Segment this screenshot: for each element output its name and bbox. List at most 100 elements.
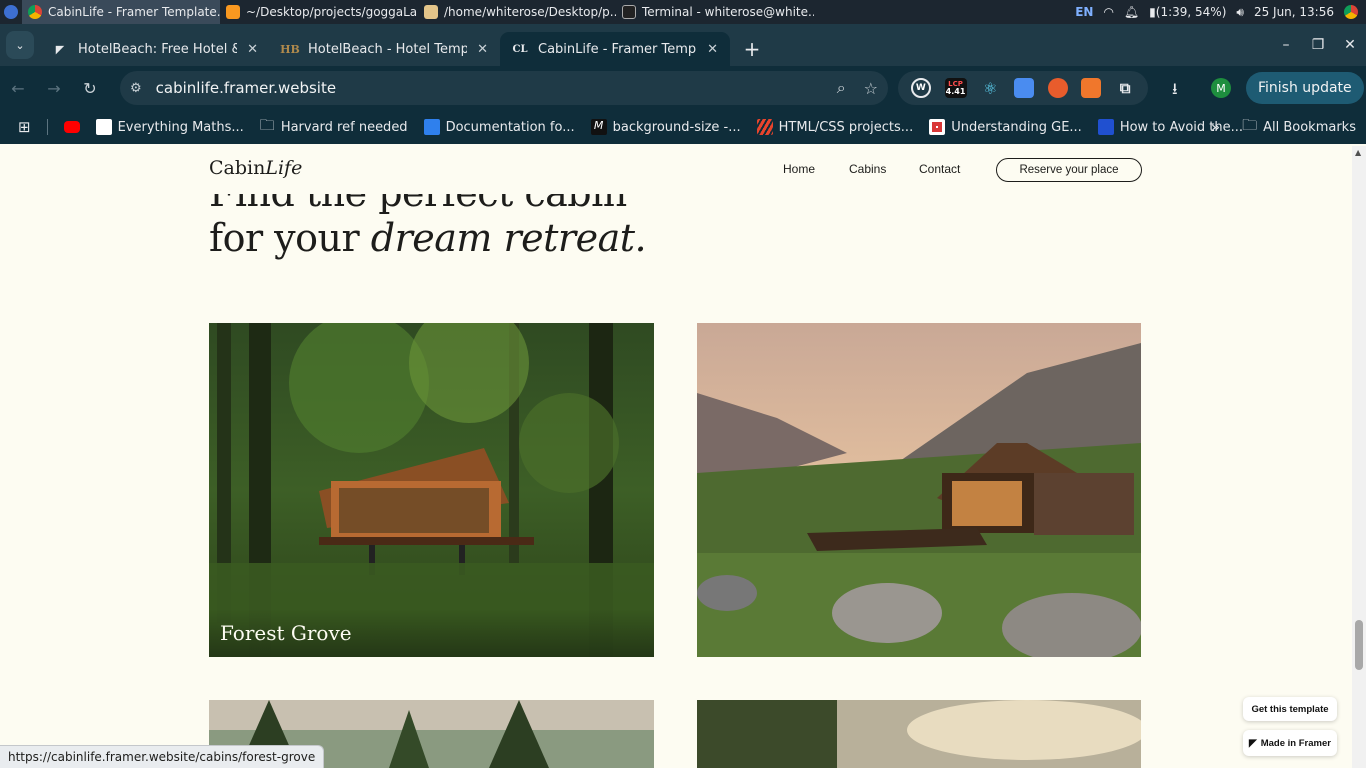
framer-icon: ◤ bbox=[55, 42, 65, 56]
puzzle-icon[interactable]: ⧉ bbox=[1115, 78, 1135, 98]
extensions-group: W LCP 4.41 ⚛ ⧉ bbox=[898, 71, 1148, 105]
tab-cabinlife[interactable]: CL CabinLife - Framer Template ✕ bbox=[500, 32, 730, 66]
arrow-right-icon: → bbox=[47, 78, 61, 98]
scrollbar-thumb[interactable] bbox=[1355, 620, 1363, 670]
back-button[interactable]: ← bbox=[0, 70, 36, 106]
close-window-icon[interactable]: ✕ bbox=[1334, 37, 1366, 53]
nav-cabins[interactable]: Cabins bbox=[849, 162, 886, 176]
arrow-left-icon: ← bbox=[11, 78, 25, 98]
site-logo[interactable]: CabinLife bbox=[209, 157, 302, 179]
volume-icon[interactable]: 🔊︎ bbox=[1236, 5, 1244, 20]
bookmark-label: HTML/CSS projects... bbox=[778, 119, 914, 135]
close-icon[interactable]: ✕ bbox=[707, 42, 718, 57]
page-scrollbar[interactable]: ▲ bbox=[1352, 146, 1366, 768]
reserve-button[interactable]: Reserve your place bbox=[996, 158, 1142, 182]
bookmark-background-size[interactable]: Mbackground-size -... bbox=[583, 119, 749, 135]
download-icon[interactable]: ⭳ bbox=[1172, 78, 1178, 105]
folder-icon bbox=[424, 5, 438, 19]
block-icon bbox=[1097, 119, 1114, 135]
react-devtools-icon[interactable]: ⚛ bbox=[980, 78, 1000, 98]
wifi-icon[interactable]: ◠ bbox=[1103, 5, 1113, 19]
chrome-tray-icon[interactable] bbox=[1344, 5, 1358, 19]
bookmark-html-css-projects[interactable]: HTML/CSS projects... bbox=[749, 119, 922, 135]
forward-button[interactable]: → bbox=[36, 70, 72, 106]
close-icon[interactable]: ✕ bbox=[247, 42, 258, 57]
notification-bell-icon[interactable]: 🔔︎ bbox=[1124, 5, 1139, 19]
hero-plain-text: for your bbox=[209, 216, 371, 260]
finish-update-button[interactable]: Finish update bbox=[1246, 72, 1364, 104]
youtube-icon bbox=[63, 121, 80, 133]
pages-extension-icon[interactable] bbox=[1013, 78, 1034, 98]
profile-avatar[interactable]: M bbox=[1211, 78, 1231, 98]
nav-home[interactable]: Home bbox=[783, 162, 815, 176]
bookmark-documentation[interactable]: Documentation fo... bbox=[416, 119, 583, 135]
os-window-chrome[interactable]: CabinLife - Framer Template... bbox=[22, 0, 220, 24]
nav-contact[interactable]: Contact bbox=[919, 162, 960, 176]
lcp-badge-value: 4.41 bbox=[945, 87, 966, 96]
bookmark-youtube[interactable] bbox=[56, 121, 88, 133]
tab-hotelbeach-template[interactable]: HB HotelBeach - Hotel Template ✕ bbox=[270, 32, 500, 66]
bookmark-everything-maths[interactable]: Everything Maths... bbox=[88, 119, 252, 135]
hero-italic-text: dream retreat. bbox=[370, 216, 647, 260]
os-window-title: /home/whiterose/Desktop/p... bbox=[444, 5, 616, 19]
lcp-extension-icon[interactable]: LCP 4.41 bbox=[944, 78, 967, 98]
all-bookmarks-button[interactable]: 🗀 All Bookmarks bbox=[1242, 115, 1356, 140]
restore-icon[interactable]: ❐ bbox=[1302, 37, 1334, 53]
person-extension-icon[interactable] bbox=[1047, 78, 1068, 98]
scroll-up-arrow-icon[interactable]: ▲ bbox=[1355, 148, 1361, 157]
m-icon: M bbox=[590, 119, 607, 135]
address-bar[interactable]: ⚙ cabinlife.framer.website ⌕ ☆ bbox=[120, 71, 888, 105]
vscode-icon bbox=[423, 119, 440, 135]
hb-favicon-icon: HB bbox=[280, 42, 300, 56]
stripes-icon bbox=[756, 119, 773, 135]
language-indicator[interactable]: EN bbox=[1075, 5, 1093, 19]
chevron-double-right-icon[interactable]: » bbox=[1211, 118, 1220, 136]
chevron-down-icon: ⌄ bbox=[15, 38, 25, 52]
close-icon[interactable]: ✕ bbox=[477, 42, 488, 57]
bookmark-label: Understanding GE... bbox=[951, 119, 1082, 135]
cabin-card-row2-right[interactable] bbox=[697, 700, 1141, 768]
os-window-title: Terminal - whiterose@white... bbox=[642, 5, 814, 19]
bookmark-harvard-ref[interactable]: 🗀 Harvard ref needed bbox=[252, 115, 416, 140]
gem-icon bbox=[929, 119, 946, 135]
forest-cabin-image bbox=[209, 323, 654, 657]
os-window-editor[interactable]: ~/Desktop/projects/goggaLa... bbox=[220, 0, 418, 24]
clock[interactable]: 25 Jun, 13:56 bbox=[1254, 5, 1334, 19]
bookmark-label: Harvard ref needed bbox=[280, 119, 408, 135]
terminal-icon bbox=[622, 5, 636, 19]
tab-search-button[interactable]: ⌄ bbox=[6, 31, 34, 59]
chrome-icon bbox=[28, 5, 42, 19]
logo-main: Cabin bbox=[209, 157, 266, 179]
mountain-cabin-image bbox=[697, 323, 1141, 657]
battery-status[interactable]: ▮(1:39, 54%) bbox=[1149, 5, 1226, 19]
page-viewport: Find the perfect cabin for your dream re… bbox=[0, 146, 1352, 768]
reload-button[interactable]: ↻ bbox=[72, 70, 108, 106]
app-menu-icon bbox=[4, 5, 18, 19]
bookmark-label: background-size -... bbox=[612, 119, 741, 135]
url-text[interactable]: cabinlife.framer.website bbox=[156, 79, 837, 97]
battery-text: (1:39, 54%) bbox=[1155, 5, 1227, 19]
os-window-title: CabinLife - Framer Template... bbox=[48, 5, 220, 19]
zoom-icon[interactable]: ⌕ bbox=[837, 78, 846, 98]
logo-italic: Life bbox=[265, 157, 303, 179]
fox-extension-icon[interactable] bbox=[1081, 78, 1102, 98]
os-window-terminal[interactable]: Terminal - whiterose@white... bbox=[616, 0, 814, 24]
cabin-card-forest-grove[interactable]: Forest Grove bbox=[209, 323, 654, 657]
window-controls: – ❐ ✕ bbox=[1270, 24, 1366, 66]
os-window-title: ~/Desktop/projects/goggaLa... bbox=[246, 5, 418, 19]
bookmark-star-icon[interactable]: ☆ bbox=[864, 79, 878, 98]
bookmarks-right: » 🗀 All Bookmarks bbox=[1211, 110, 1356, 144]
bookmark-understanding-ge[interactable]: Understanding GE... bbox=[921, 119, 1090, 135]
os-menu-button[interactable] bbox=[0, 0, 22, 24]
tab-strip: ⌄ ◤ HotelBeach: Free Hotel & Ren ✕ HB Ho… bbox=[0, 24, 1366, 66]
made-in-framer-badge[interactable]: ◤ Made in Framer bbox=[1243, 730, 1337, 756]
new-tab-button[interactable]: + bbox=[738, 35, 766, 63]
os-window-files[interactable]: /home/whiterose/Desktop/p... bbox=[418, 0, 616, 24]
minimize-icon[interactable]: – bbox=[1270, 37, 1302, 53]
site-info-icon[interactable]: ⚙ bbox=[130, 81, 142, 96]
apps-grid-icon[interactable]: ⊞ bbox=[0, 118, 47, 136]
cabin-card-mountain[interactable] bbox=[697, 323, 1141, 657]
get-template-button[interactable]: Get this template bbox=[1243, 697, 1337, 721]
tab-hotelbeach-free[interactable]: ◤ HotelBeach: Free Hotel & Ren ✕ bbox=[40, 32, 270, 66]
wappalyzer-icon[interactable]: W bbox=[910, 78, 931, 98]
